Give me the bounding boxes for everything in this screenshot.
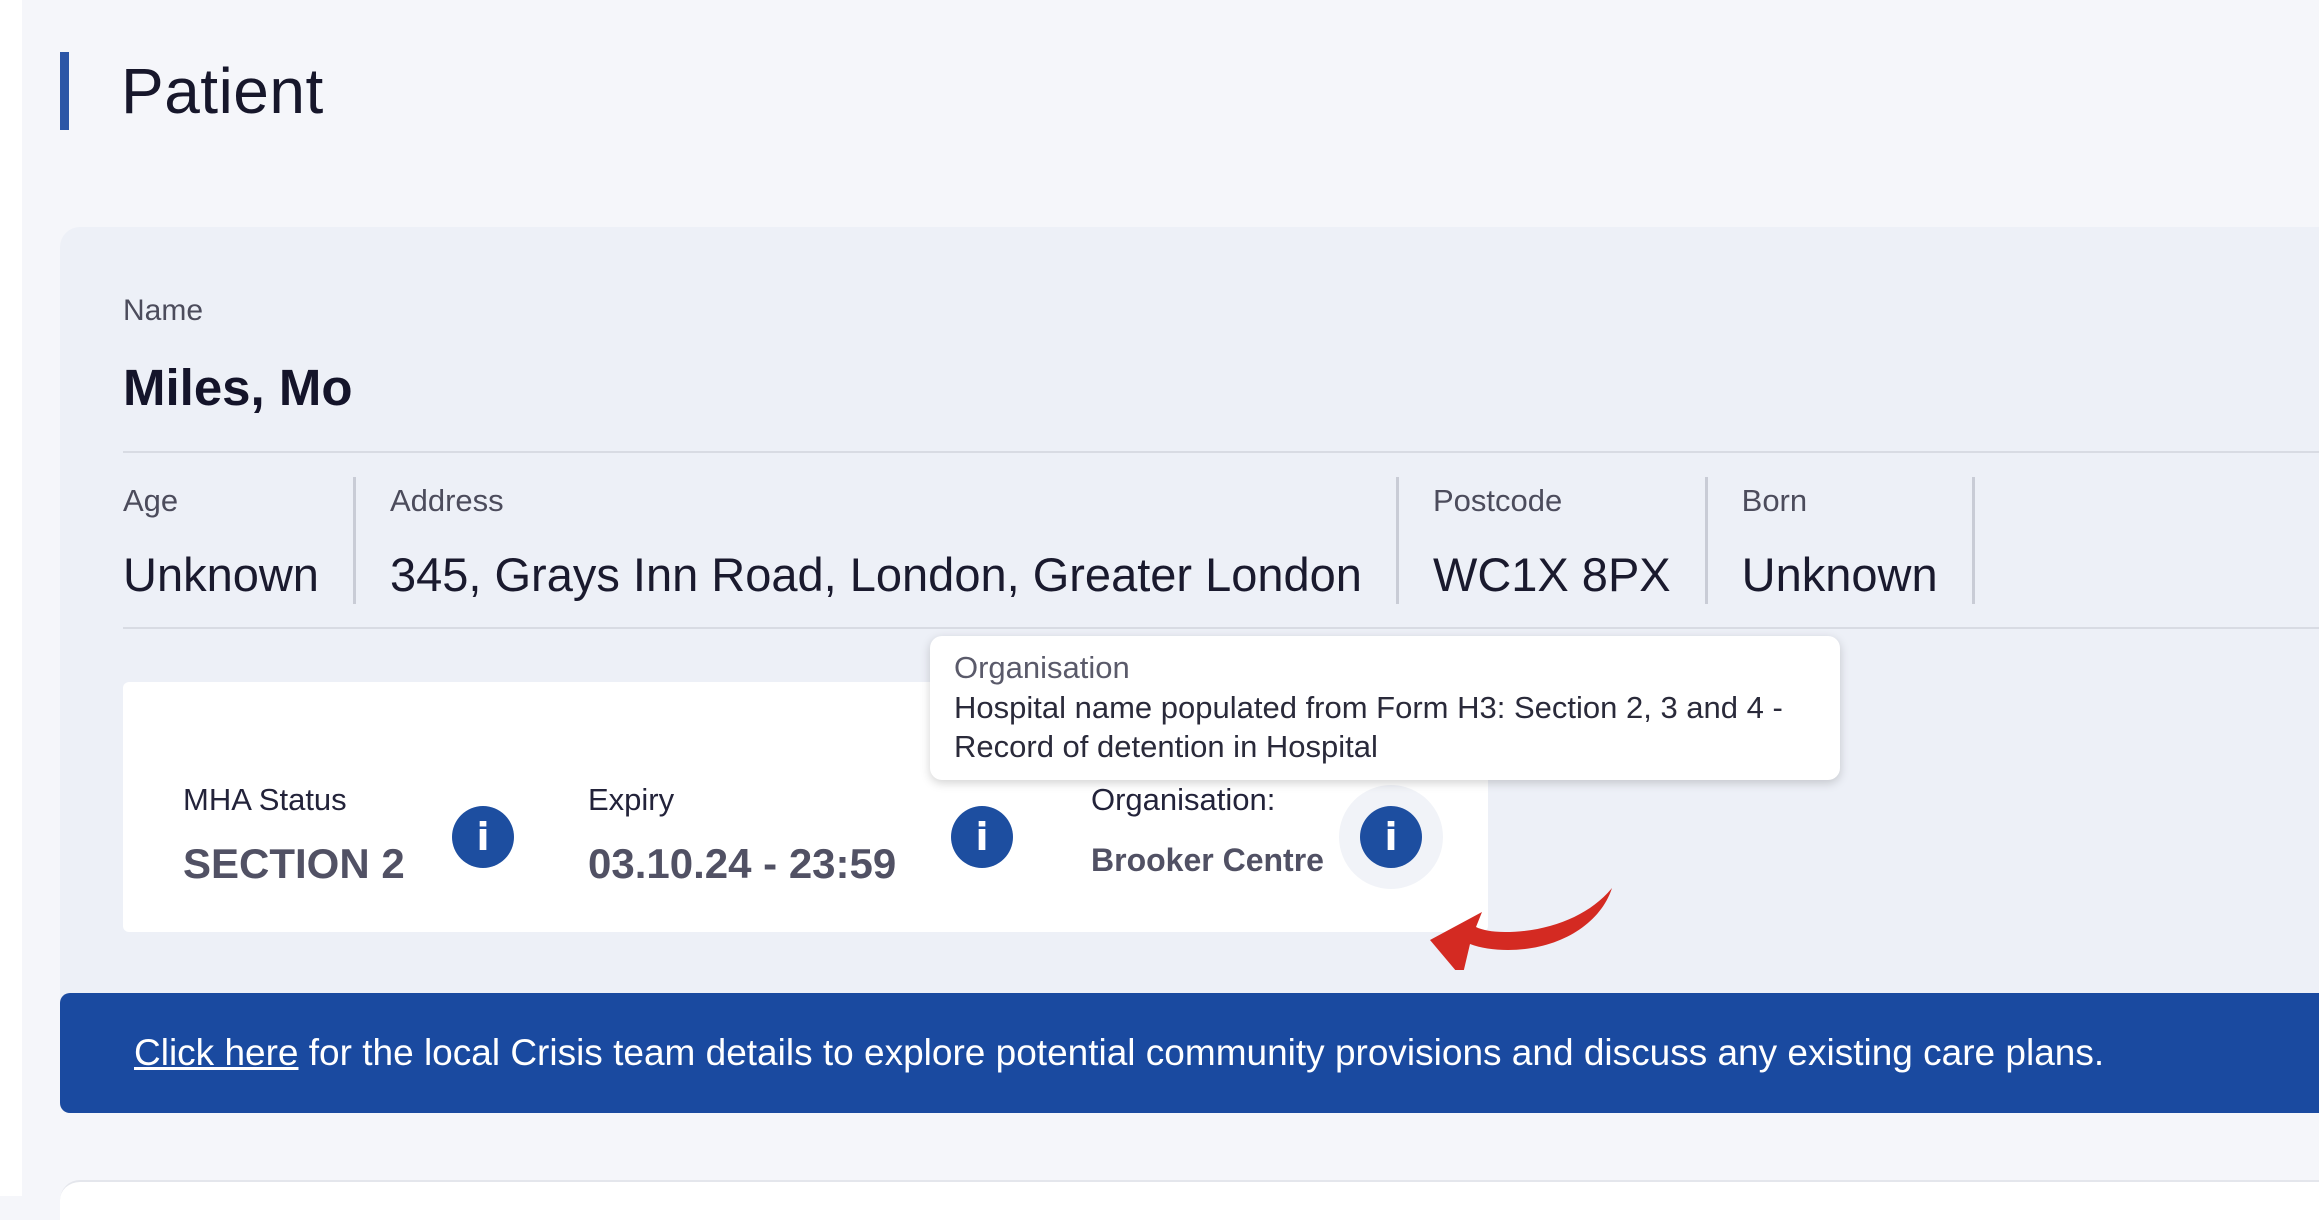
mha-status-info-icon[interactable]: i (452, 806, 514, 868)
mha-status-value: SECTION 2 (183, 840, 405, 887)
organisation-tooltip: Organisation Hospital name populated fro… (930, 636, 1840, 780)
born-value: Unknown (1741, 548, 1938, 601)
expiry-info-icon[interactable]: i (951, 806, 1013, 868)
mha-status-item: MHA Status SECTION 2 (183, 782, 405, 888)
expiry-label: Expiry (588, 782, 675, 817)
name-label: Name (123, 294, 204, 327)
patient-name: Miles, Mo (123, 359, 353, 416)
organisation-label: Organisation: (1091, 782, 1276, 817)
divider (123, 451, 2319, 453)
born-label: Born (1741, 483, 1808, 518)
address-field: Address 345, Grays Inn Road, London, Gre… (390, 477, 1399, 604)
mha-status-label: MHA Status (183, 782, 347, 817)
postcode-field: Postcode WC1X 8PX (1433, 477, 1708, 604)
postcode-label: Postcode (1432, 483, 1563, 518)
expiry-value: 03.10.24 - 23:59 (588, 840, 897, 887)
postcode-value: WC1X 8PX (1432, 548, 1671, 601)
next-card (60, 1180, 2319, 1220)
page-header: Patient (60, 52, 324, 130)
title-accent-bar (60, 52, 69, 130)
page-title: Patient (121, 55, 324, 127)
annotation-arrow-icon (1430, 888, 1612, 970)
divider (123, 627, 2319, 629)
banner-text: for the local Crisis team details to exp… (298, 1032, 2105, 1073)
tooltip-body: Hospital name populated from Form H3: Se… (954, 690, 1783, 764)
address-label: Address (389, 483, 504, 518)
click-here-link[interactable]: Click here (134, 1032, 299, 1074)
organisation-item: Organisation: Brooker Centre (1091, 782, 1324, 879)
age-label: Age (123, 483, 179, 518)
age-field: Age Unknown (123, 477, 356, 604)
tooltip-title: Organisation (954, 650, 1130, 685)
age-value: Unknown (123, 548, 319, 601)
crisis-team-banner: Click here for the local Crisis team det… (60, 993, 2319, 1113)
address-value: 345, Grays Inn Road, London, Greater Lon… (389, 548, 1362, 601)
left-rail (0, 0, 22, 1196)
organisation-info-icon[interactable]: i (1360, 806, 1422, 868)
born-field: Born Unknown (1742, 477, 1975, 604)
expiry-item: Expiry 03.10.24 - 23:59 (588, 782, 896, 888)
organisation-value: Brooker Centre (1091, 842, 1324, 878)
patient-details-row: Age Unknown Address 345, Grays Inn Road,… (123, 477, 2009, 604)
